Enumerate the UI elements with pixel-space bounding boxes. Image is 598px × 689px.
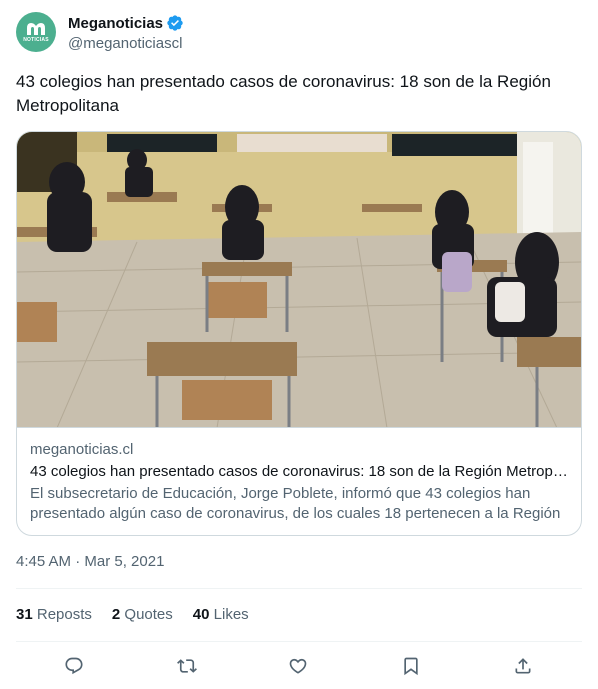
display-name[interactable]: Meganoticias	[68, 15, 163, 32]
likes-label: Likes	[213, 606, 249, 623]
tweet-header: NOTICIAS Meganoticias @meganoticiascl	[16, 12, 582, 56]
avatar-text: NOTICIAS	[23, 36, 49, 43]
likes-stat[interactable]: 40 Likes	[193, 606, 249, 623]
like-icon[interactable]	[284, 652, 312, 680]
reply-icon[interactable]	[60, 652, 88, 680]
card-title[interactable]: 43 colegios han presentado casos de coro…	[30, 462, 570, 482]
divider	[16, 641, 582, 642]
share-icon[interactable]	[509, 652, 537, 680]
bookmark-icon[interactable]	[397, 652, 425, 680]
verified-badge-icon[interactable]	[166, 14, 184, 32]
repost-icon[interactable]	[173, 652, 201, 680]
action-bar	[16, 652, 582, 680]
author-names: Meganoticias @meganoticiascl	[68, 13, 184, 52]
meganoticias-logo-icon	[27, 22, 45, 35]
quotes-count: 2	[111, 606, 121, 623]
handle[interactable]: @meganoticiascl	[68, 35, 184, 52]
likes-count: 40	[192, 606, 210, 623]
reposts-stat[interactable]: 31 Reposts	[16, 606, 92, 623]
divider	[16, 588, 582, 589]
avatar[interactable]: NOTICIAS	[16, 12, 56, 52]
card-body[interactable]: meganoticias.cl 43 colegios han presenta…	[17, 428, 581, 535]
quotes-label: Quotes	[124, 606, 173, 623]
timestamp[interactable]: 4:45 AM · Mar 5, 2021	[16, 553, 164, 570]
card-image-classroom[interactable]	[17, 132, 581, 428]
reposts-label: Reposts	[36, 606, 92, 623]
link-card[interactable]: meganoticias.cl 43 colegios han presenta…	[16, 131, 582, 536]
card-description: El subsecretario de Educación, Jorge Pob…	[30, 485, 561, 522]
card-domain[interactable]: meganoticias.cl	[30, 440, 570, 460]
reposts-count: 31	[16, 606, 33, 623]
tweet-text: 43 colegios han presentado casos de coro…	[16, 72, 551, 115]
engagement-stats: 31 Reposts 2 Quotes 40 Likes	[16, 606, 269, 623]
quotes-stat[interactable]: 2 Quotes	[112, 606, 173, 623]
